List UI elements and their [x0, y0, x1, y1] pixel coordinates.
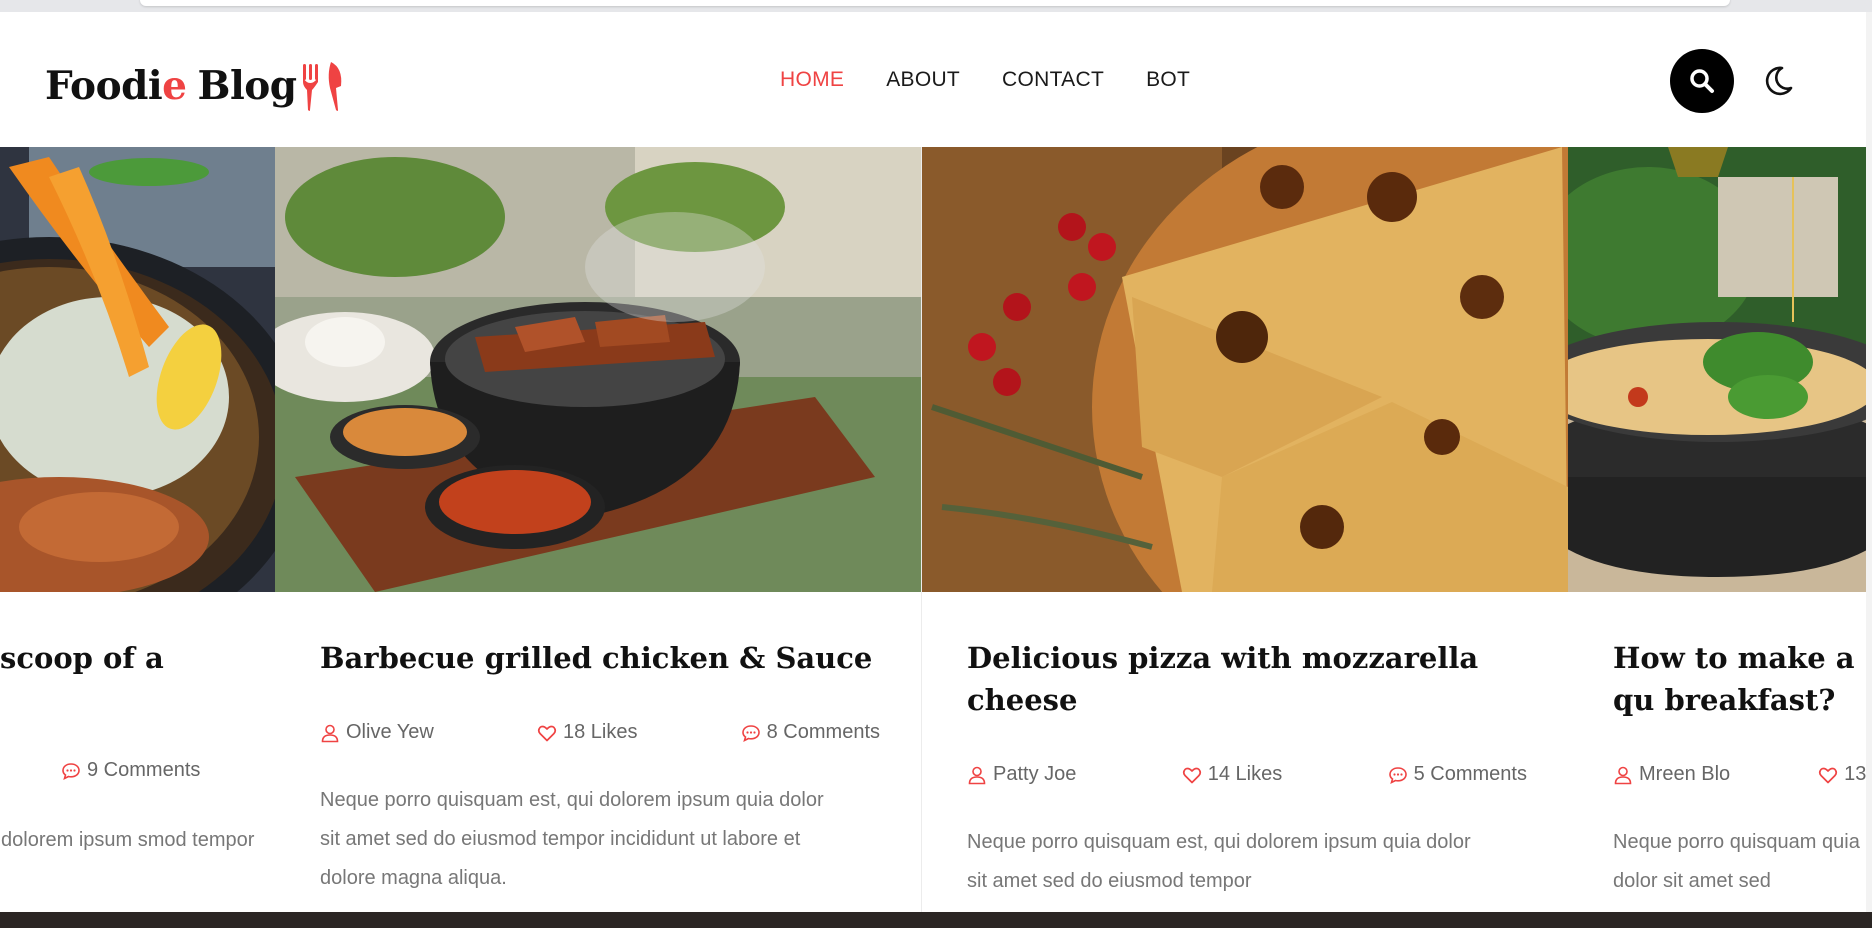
nav-bot[interactable]: BOT	[1146, 68, 1190, 92]
dark-mode-toggle[interactable]	[1760, 63, 1796, 99]
post-excerpt: Neque porro quisquam est, qui dolorem ip…	[320, 789, 824, 889]
post-title[interactable]: How to make a qu breakfast?	[1613, 637, 1866, 721]
post-carousel: scoop of a 9 Comments i dolorem ipsum sm…	[0, 147, 1866, 912]
post-card[interactable]: How to make a qu breakfast? Mreen Blo 13…	[1568, 147, 1866, 912]
post-title[interactable]: Barbecue grilled chicken & Sauce	[320, 637, 880, 679]
site-header: Foodi e Blog HOME ABOUT CONTACT BOT	[0, 12, 1866, 147]
nav-about[interactable]: ABOUT	[886, 68, 960, 92]
post-meta: Patty Joe 14 Likes 5 Comments	[967, 763, 1527, 786]
post-comments[interactable]: 8 Comments	[741, 721, 880, 744]
main-nav: HOME ABOUT CONTACT BOT	[780, 68, 1190, 92]
comment-icon	[62, 762, 80, 780]
fork-knife-icon	[302, 62, 341, 111]
comments-count: 9 Comments	[87, 759, 201, 781]
author-name: Patty Joe	[993, 763, 1077, 785]
post-image[interactable]	[275, 147, 921, 592]
user-icon	[968, 766, 986, 784]
post-card[interactable]: Barbecue grilled chicken & Sauce Olive Y…	[275, 147, 923, 912]
heart-icon	[1182, 767, 1201, 783]
nav-contact[interactable]: CONTACT	[1002, 68, 1104, 92]
post-excerpt: i dolorem ipsum smod tempor	[0, 829, 255, 851]
logo-text-accent: e	[162, 63, 187, 109]
post-author[interactable]: Olive Yew	[320, 721, 434, 744]
os-taskbar	[0, 912, 1872, 928]
post-comments[interactable]: 5 Comments	[1388, 763, 1527, 786]
user-icon	[321, 724, 339, 742]
post-card[interactable]: Delicious pizza with mozzarella cheese P…	[922, 147, 1570, 912]
likes-count: 14 Likes	[1207, 763, 1283, 785]
heart-icon	[537, 725, 557, 741]
likes-count: 13	[1844, 763, 1866, 785]
browser-address-bar[interactable]	[140, 0, 1730, 6]
likes-count: 18 Likes	[562, 721, 638, 743]
post-image[interactable]	[0, 147, 275, 592]
post-author[interactable]: Patty Joe	[967, 763, 1076, 786]
nav-home[interactable]: HOME	[780, 68, 844, 92]
search-icon	[1690, 69, 1714, 93]
author-name: Mreen Blo	[1639, 763, 1731, 785]
post-meta: Mreen Blo 13	[1613, 763, 1866, 786]
author-name: Olive Yew	[346, 721, 434, 743]
scrollbar[interactable]	[1865, 12, 1872, 912]
post-likes[interactable]: 14 Likes	[1182, 763, 1283, 786]
post-title[interactable]: Delicious pizza with mozzarella cheese	[967, 637, 1527, 721]
site-logo[interactable]: Foodi e Blog	[45, 60, 345, 112]
post-excerpt: Neque porro quisquam quia dolor sit amet…	[1613, 831, 1860, 892]
search-button[interactable]	[1670, 49, 1734, 113]
post-meta: Olive Yew 18 Likes 8 Comments	[320, 721, 880, 744]
user-icon	[1614, 766, 1632, 784]
logo-text-tail: Blog	[197, 63, 298, 109]
logo-text-main: Foodi	[45, 63, 163, 109]
post-author[interactable]: Mreen Blo	[1613, 763, 1730, 786]
post-image[interactable]	[1568, 147, 1866, 592]
post-card[interactable]: scoop of a 9 Comments i dolorem ipsum sm…	[0, 147, 277, 912]
comments-count: 5 Comments	[1413, 763, 1527, 785]
post-comments[interactable]: 9 Comments	[61, 759, 200, 782]
post-title[interactable]: scoop of a	[0, 637, 275, 679]
post-meta: 9 Comments	[61, 759, 261, 782]
comment-icon	[1388, 766, 1407, 784]
post-image[interactable]	[922, 147, 1568, 592]
post-likes[interactable]: 18 Likes	[537, 721, 638, 744]
comments-count: 8 Comments	[766, 721, 880, 743]
post-likes[interactable]: 13	[1818, 763, 1866, 786]
heart-icon	[1819, 767, 1838, 783]
comment-icon	[741, 724, 760, 742]
moon-icon	[1765, 66, 1793, 96]
post-excerpt: Neque porro quisquam est, qui dolorem ip…	[967, 831, 1471, 892]
